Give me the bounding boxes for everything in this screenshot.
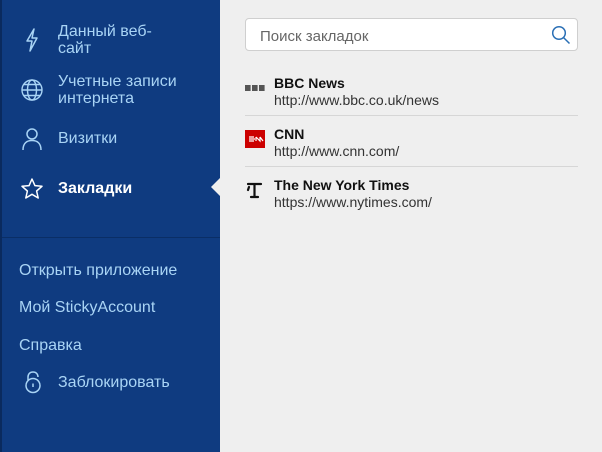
sidebar-item-label: Данный веб- сайт <box>58 23 152 57</box>
bookmark-item-cnn[interactable]: CNN http://www.cnn.com/ <box>245 120 578 170</box>
lock-button[interactable]: Заблокировать <box>2 370 220 396</box>
sidebar-item-bookmarks[interactable]: Закладки <box>2 175 220 203</box>
bookmark-separator <box>245 115 578 116</box>
lightning-icon <box>19 27 45 53</box>
lock-label: Заблокировать <box>58 374 170 391</box>
star-icon <box>19 176 45 202</box>
bookmark-url: https://www.nytimes.com/ <box>274 194 432 210</box>
bookmark-url: http://www.bbc.co.uk/news <box>274 92 439 108</box>
bookmark-item-nyt[interactable]: The New York Times https://www.nytimes.c… <box>245 171 578 221</box>
open-app-link[interactable]: Открыть приложение <box>19 262 177 280</box>
search-input[interactable] <box>258 25 542 47</box>
active-indicator-arrow <box>211 176 222 198</box>
sidebar-divider <box>2 237 220 238</box>
help-link[interactable]: Справка <box>19 337 82 355</box>
bookmark-title: The New York Times <box>274 177 410 193</box>
sidebar-item-current-website[interactable]: Данный веб- сайт <box>2 22 220 58</box>
sidebar-item-label: Учетные записи интернета <box>58 73 177 107</box>
sidebar-item-label: Закладки <box>58 180 133 197</box>
search-icon[interactable] <box>551 25 571 45</box>
sidebar-item-internet-accounts[interactable]: Учетные записи интернета <box>2 72 220 108</box>
bookmark-item-bbc[interactable]: BBC News http://www.bbc.co.uk/news <box>245 69 578 119</box>
sidebar: Данный веб- сайт Учетные записи интернет… <box>0 0 222 452</box>
bookmark-search[interactable] <box>245 18 578 51</box>
bookmark-title: BBC News <box>274 75 345 91</box>
cnn-logo-icon <box>245 130 265 148</box>
sidebar-item-label: Визитки <box>58 130 118 147</box>
bookmark-title: CNN <box>274 126 305 142</box>
my-stickyaccount-link[interactable]: Мой StickyAccount <box>19 299 155 317</box>
sidebar-item-business-cards[interactable]: Визитки <box>2 125 220 153</box>
person-icon <box>19 126 45 152</box>
globe-icon <box>19 77 45 103</box>
bookmark-separator <box>245 166 578 167</box>
lock-icon <box>22 370 44 394</box>
nyt-logo-icon <box>245 181 265 199</box>
bbc-logo-icon <box>245 79 265 97</box>
bookmark-url: http://www.cnn.com/ <box>274 143 400 159</box>
